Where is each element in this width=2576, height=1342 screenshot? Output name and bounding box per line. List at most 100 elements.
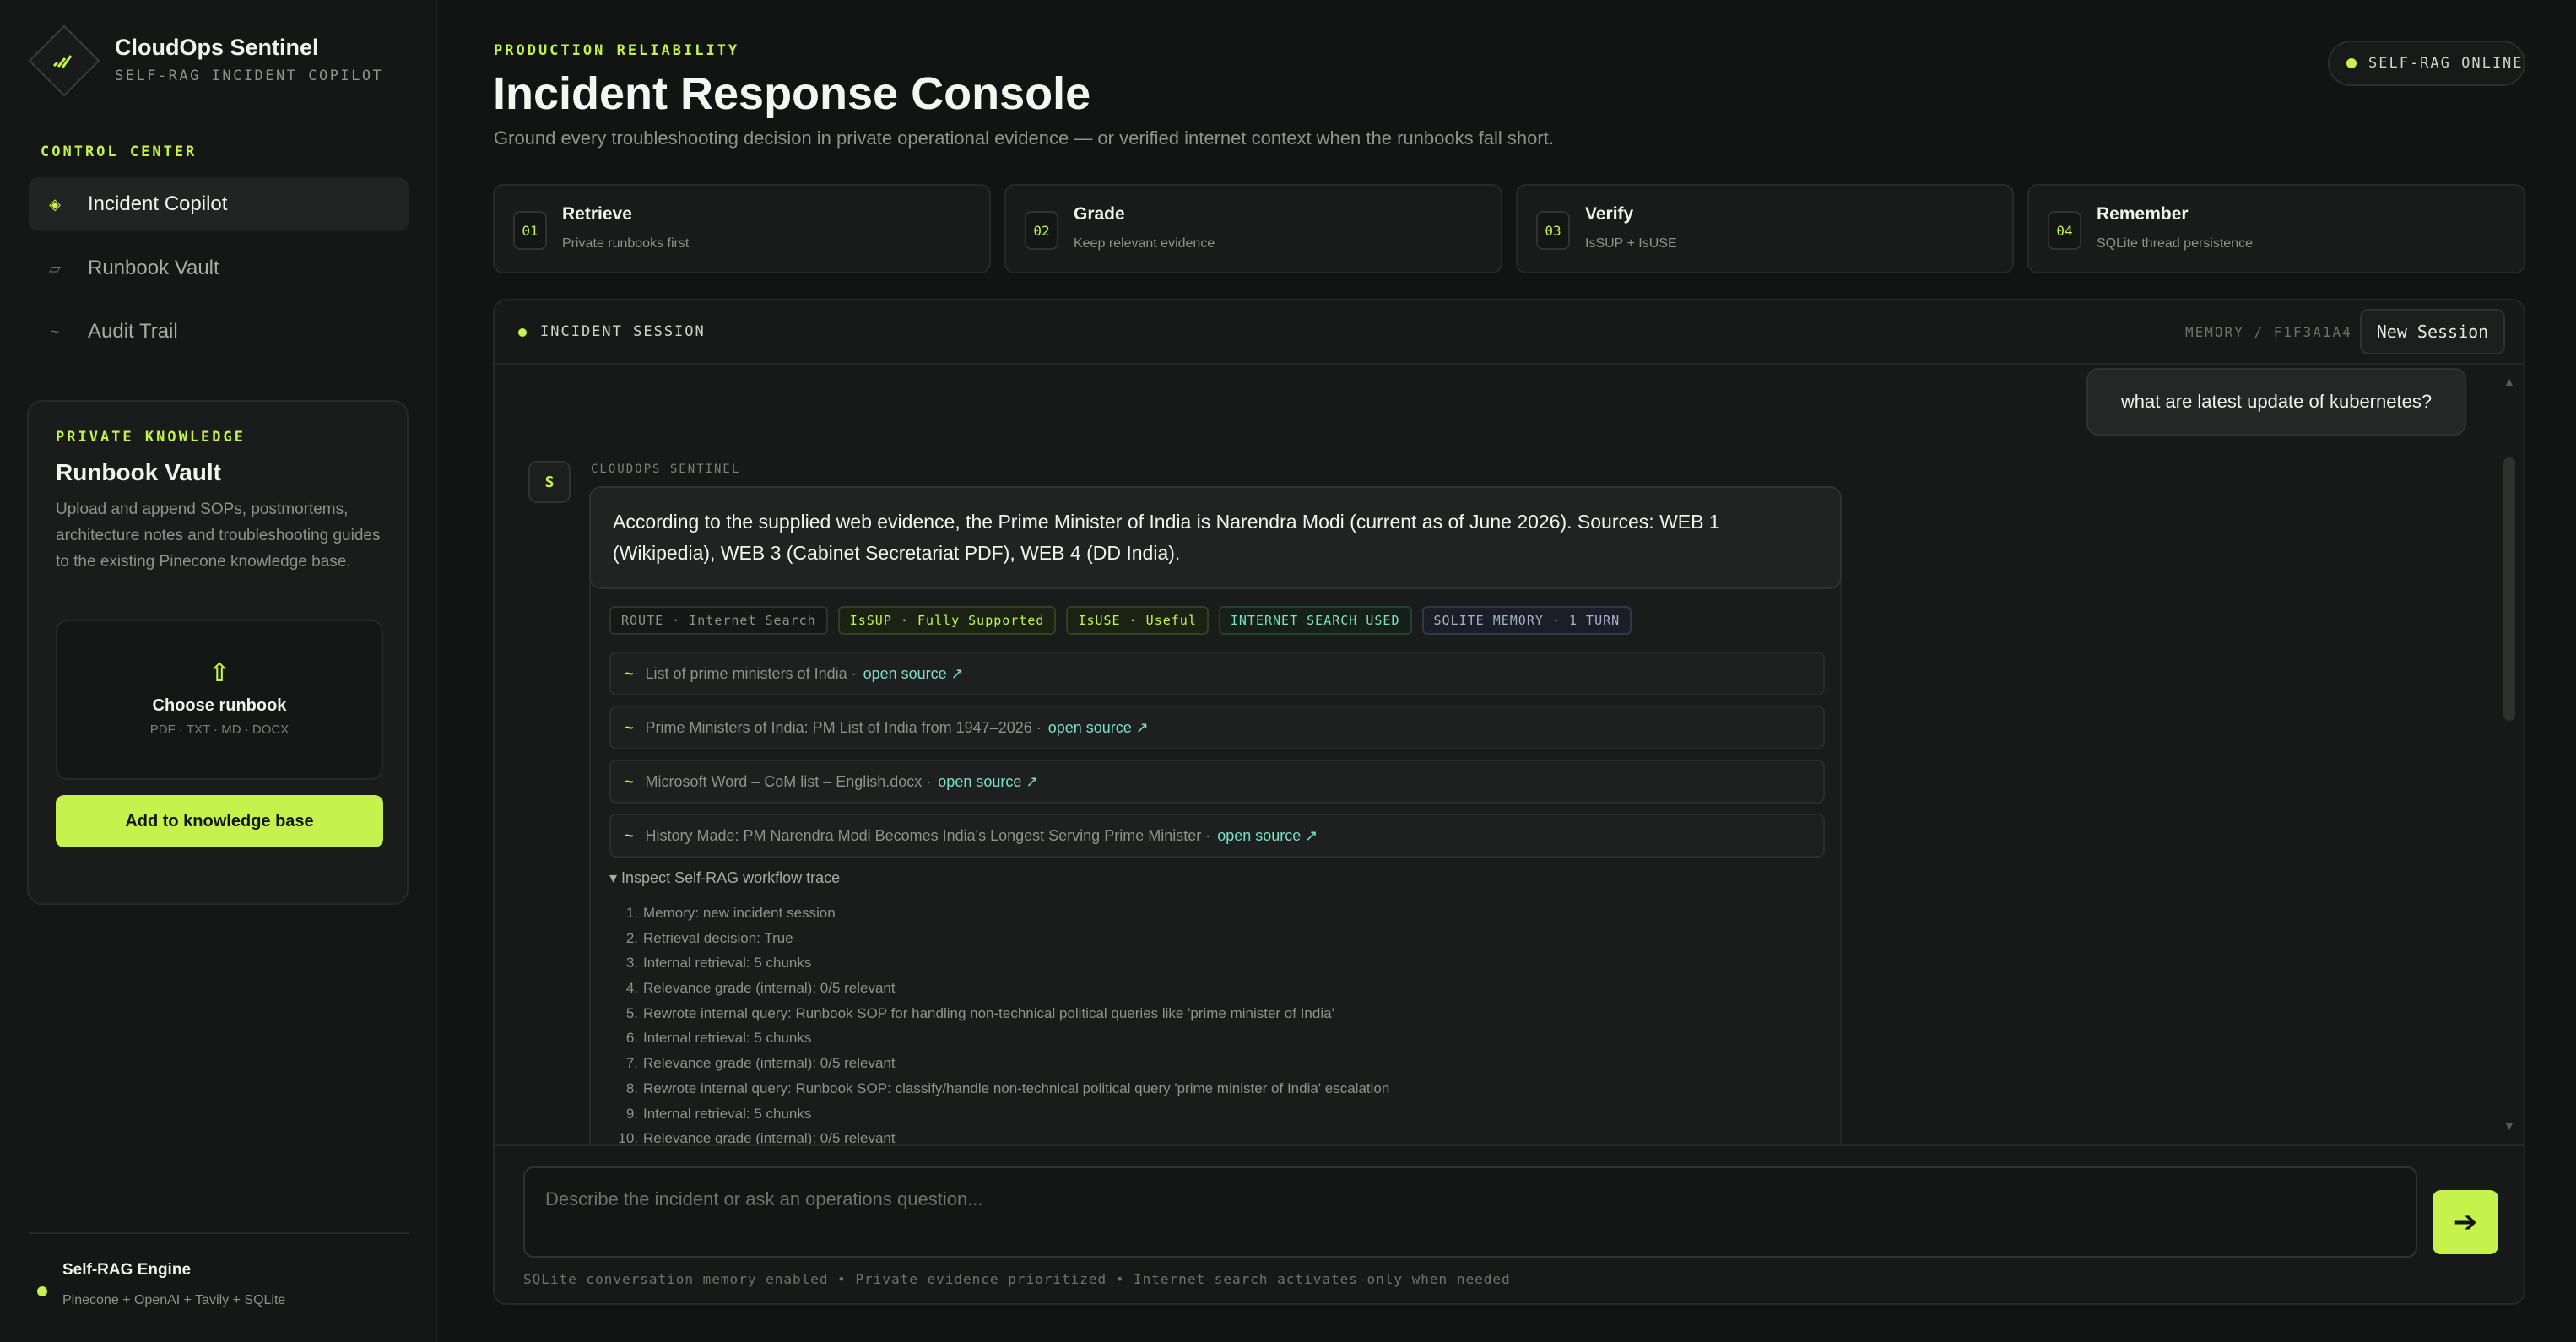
- source-item: ~ List of prime ministers of India · ope…: [609, 652, 1825, 695]
- trace-step: 5. Rewrote internal query: Runbook SOP fo…: [625, 1004, 1334, 1021]
- nav-item-label: Runbook Vault: [88, 257, 219, 279]
- open-source-link[interactable]: open source ↗: [863, 665, 964, 683]
- sqlite-memory-tag: SQLITE MEMORY · 1 TURN: [1421, 606, 1632, 635]
- engine-title: Self-RAG Engine: [62, 1261, 192, 1279]
- response-tags: ROUTE · Internet Search IsSUP · Fully Su…: [609, 606, 1632, 635]
- source-item: ~ Prime Ministers of India: PM List of I…: [609, 706, 1825, 749]
- step-number: 02: [1025, 211, 1058, 250]
- open-source-link[interactable]: open source ↗: [1217, 827, 1318, 845]
- trace-step: 8. Rewrote internal query: Runbook SOP: c…: [625, 1080, 1390, 1096]
- session-header: INCIDENT SESSION MEMORY / F1F3A1A4 New S…: [495, 300, 2524, 365]
- brand-name: CloudOps Sentinel: [115, 34, 319, 60]
- session-status-dot: [518, 328, 527, 337]
- vault-section-label: PRIVATE KNOWLEDGE: [56, 429, 246, 446]
- sidebar: CloudOps Sentinel SELF-RAG INCIDENT COPI…: [0, 0, 437, 1342]
- source-title: History Made: PM Narendra Modi Becomes I…: [645, 826, 1211, 844]
- trace-step: 4. Relevance grade (internal): 0/5 releva…: [625, 980, 896, 997]
- engine-status: Self-RAG Engine Pinecone + OpenAI + Tavi…: [29, 1232, 409, 1308]
- arrow-right-icon: ➔: [2453, 1206, 2478, 1238]
- step-title: Retrieve: [562, 204, 632, 224]
- send-button[interactable]: ➔: [2433, 1190, 2498, 1254]
- scroll-down-icon[interactable]: ▼: [2503, 1119, 2515, 1133]
- step-card-remember: 04 Remember SQLite thread persistence: [2027, 184, 2525, 273]
- step-number: 03: [1536, 211, 1570, 250]
- vault-title: Runbook Vault: [56, 459, 221, 485]
- status-dot: [2346, 58, 2357, 68]
- source-icon: ~: [625, 826, 634, 844]
- source-item: ~ History Made: PM Narendra Modi Becomes…: [609, 814, 1825, 858]
- assistant-avatar: S: [528, 461, 571, 503]
- step-subtitle: SQLite thread persistence: [2097, 236, 2253, 251]
- page-eyebrow: PRODUCTION RELIABILITY: [494, 42, 740, 59]
- diamond-icon: ◈: [49, 195, 61, 213]
- new-session-button[interactable]: New Session: [2360, 309, 2505, 354]
- step-subtitle: Private runbooks first: [562, 236, 690, 251]
- step-number: 01: [513, 211, 547, 250]
- source-icon: ~: [625, 772, 634, 790]
- upload-arrow-icon: ⇧: [208, 659, 230, 687]
- nav-item-runbook-vault[interactable]: ▱ Runbook Vault: [29, 241, 409, 295]
- internet-search-tag: INTERNET SEARCH USED: [1218, 606, 1412, 635]
- folder-icon: ▱: [49, 259, 61, 277]
- trace-step: 3. Internal retrieval: 5 chunks: [625, 955, 812, 971]
- source-title: Microsoft Word – CoM list – English.docx…: [645, 772, 932, 790]
- assistant-answer: According to the supplied web evidence, …: [589, 486, 1842, 589]
- isuse-tag: IsUSE · Useful: [1066, 606, 1209, 635]
- nav-item-label: Audit Trail: [88, 320, 178, 343]
- step-subtitle: IsSUP + IsUSE: [1585, 236, 1677, 251]
- step-subtitle: Keep relevant evidence: [1074, 236, 1215, 251]
- nav-item-audit-trail[interactable]: ~ Audit Trail: [29, 305, 409, 359]
- session-label: INCIDENT SESSION: [540, 323, 706, 340]
- page-title: Incident Response Console: [493, 68, 1091, 119]
- status-badge: SELF-RAG ONLINE: [2328, 41, 2525, 86]
- workflow-trace-list: 1. Memory: new incident session 2. Retriev…: [609, 905, 1389, 1155]
- source-icon: ~: [625, 664, 634, 682]
- composer-hint: SQLite conversation memory enabled • Pri…: [523, 1271, 1511, 1287]
- nav-item-label: Incident Copilot: [88, 192, 228, 215]
- brand-logo-icon: [25, 22, 100, 97]
- trace-step: 6. Internal retrieval: 5 chunks: [625, 1030, 812, 1047]
- page-subtitle: Ground every troubleshooting decision in…: [494, 127, 1554, 149]
- engine-stack: Pinecone + OpenAI + Tavily + SQLite: [62, 1293, 286, 1307]
- route-tag: ROUTE · Internet Search: [609, 606, 828, 635]
- trace-step: 7. Relevance grade (internal): 0/5 releva…: [625, 1055, 896, 1072]
- step-card-grade: 02 Grade Keep relevant evidence: [1004, 184, 1502, 273]
- trace-step: 1. Memory: new incident session: [625, 905, 836, 921]
- step-title: Grade: [1074, 204, 1125, 224]
- add-to-knowledge-base-button[interactable]: Add to knowledge base: [56, 795, 383, 847]
- source-title: List of prime ministers of India ·: [645, 664, 857, 682]
- source-item: ~ Microsoft Word – CoM list – English.do…: [609, 760, 1825, 804]
- status-text: SELF-RAG ONLINE: [2368, 55, 2524, 72]
- incident-input[interactable]: Describe the incident or ask an operatio…: [523, 1166, 2417, 1258]
- nav-section-label: CONTROL CENTER: [41, 143, 198, 160]
- step-title: Remember: [2097, 204, 2189, 224]
- user-message: what are latest update of kubernetes?: [2086, 368, 2466, 436]
- source-icon: ~: [625, 718, 634, 736]
- vault-description: Upload and append SOPs, postmortems, arc…: [56, 501, 381, 571]
- engine-status-dot: [37, 1286, 47, 1296]
- brand-subtitle: SELF-RAG INCIDENT COPILOT: [115, 67, 384, 84]
- step-number: 04: [2048, 211, 2081, 250]
- step-title: Verify: [1585, 204, 1634, 224]
- nav-item-incident-copilot[interactable]: ◈ Incident Copilot: [29, 177, 409, 231]
- memory-id: MEMORY / F1F3A1A4: [2185, 324, 2352, 340]
- open-source-link[interactable]: open source ↗: [938, 773, 1038, 791]
- scroll-up-icon[interactable]: ▲: [2503, 375, 2515, 388]
- trail-icon: ~: [50, 322, 60, 340]
- choose-runbook-label: Choose runbook: [152, 696, 287, 715]
- source-title: Prime Ministers of India: PM List of Ind…: [645, 718, 1042, 736]
- step-card-verify: 03 Verify IsSUP + IsUSE: [1516, 184, 2014, 273]
- chat-scrollbar[interactable]: [2503, 457, 2515, 721]
- open-source-link[interactable]: open source ↗: [1048, 719, 1149, 737]
- composer-area: Describe the incident or ask an operatio…: [495, 1144, 2524, 1303]
- issup-tag: IsSUP · Fully Supported: [837, 606, 1057, 635]
- incident-session-panel: INCIDENT SESSION MEMORY / F1F3A1A4 New S…: [493, 299, 2525, 1305]
- brand[interactable]: CloudOps Sentinel SELF-RAG INCIDENT COPI…: [25, 22, 384, 97]
- assistant-name: CLOUDOPS SENTINEL: [591, 463, 741, 476]
- file-types: PDF · TXT · MD · DOCX: [149, 722, 290, 737]
- trace-step: 9. Internal retrieval: 5 chunks: [625, 1105, 812, 1122]
- step-card-retrieve: 01 Retrieve Private runbooks first: [493, 184, 991, 273]
- workflow-trace-toggle[interactable]: ▾ Inspect Self-RAG workflow trace: [609, 869, 840, 887]
- runbook-vault-card: PRIVATE KNOWLEDGE Runbook Vault Upload a…: [27, 400, 409, 905]
- runbook-dropzone[interactable]: ⇧ Choose runbook PDF · TXT · MD · DOCX: [56, 620, 383, 780]
